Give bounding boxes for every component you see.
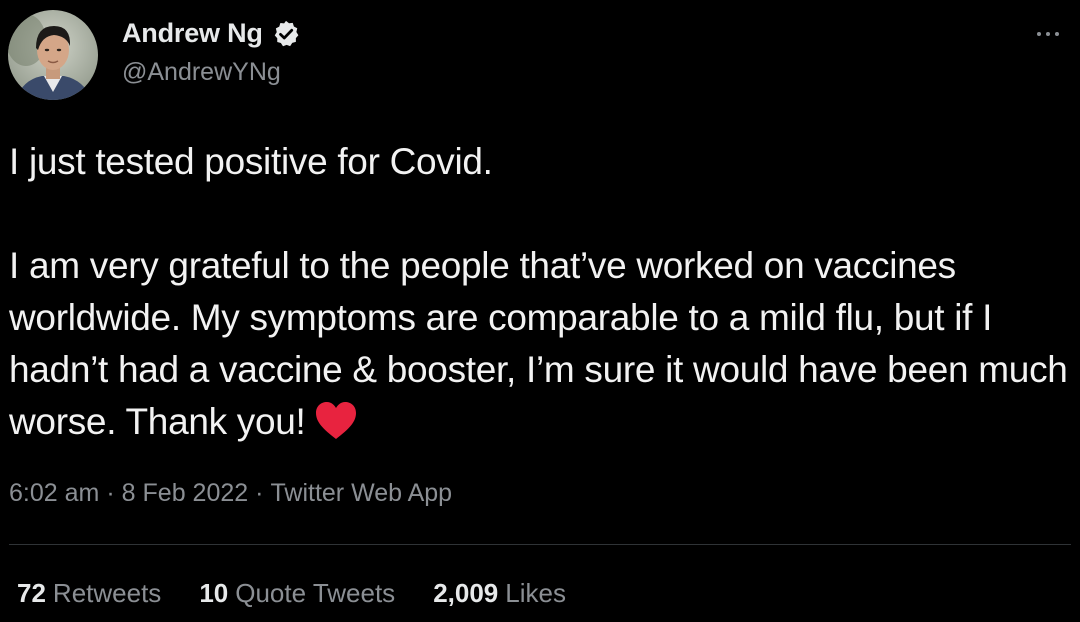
profile-photo-icon — [8, 10, 98, 100]
author-name-row: Andrew Ng — [122, 18, 301, 49]
tweet-source[interactable]: Twitter Web App — [271, 479, 453, 508]
quote-tweets-label: Quote Tweets — [235, 578, 396, 608]
retweets-label: Retweets — [52, 578, 162, 608]
retweets-stat[interactable]: 72 Retweets — [17, 578, 161, 609]
tweet-metadata: 6:02 am · 8 Feb 2022 · Twitter Web App — [9, 479, 452, 508]
verified-badge-icon — [271, 19, 301, 49]
likes-label: Likes — [505, 578, 566, 608]
tweet-time[interactable]: 6:02 am — [9, 479, 99, 508]
quote-tweets-stat[interactable]: 10 Quote Tweets — [199, 578, 395, 609]
tweet-paragraph-2-text: I am very grateful to the people that’ve… — [9, 245, 1068, 442]
more-options-icon[interactable] — [1028, 22, 1068, 46]
divider — [9, 544, 1071, 545]
author-avatar[interactable] — [8, 10, 98, 100]
author-handle[interactable]: @AndrewYNg — [122, 58, 281, 87]
tweet-stats: 72 Retweets 10 Quote Tweets 2,009 Likes — [17, 578, 566, 609]
quote-tweets-count: 10 — [199, 578, 229, 608]
tweet-date[interactable]: 8 Feb 2022 — [122, 479, 249, 508]
meta-separator: · — [106, 479, 115, 507]
tweet-paragraph-2: I am very grateful to the people that’ve… — [9, 240, 1069, 448]
author-display-name[interactable]: Andrew Ng — [122, 18, 263, 49]
meta-separator: · — [255, 479, 264, 507]
tweet-body: I just tested positive for Covid. I am v… — [9, 136, 1069, 448]
likes-stat[interactable]: 2,009 Likes — [433, 578, 566, 609]
retweets-count: 72 — [17, 578, 46, 608]
tweet-paragraph-1: I just tested positive for Covid. — [9, 141, 493, 182]
red-heart-icon — [314, 401, 358, 441]
tweet-card: Andrew Ng @AndrewYNg I just tested posit… — [0, 0, 1080, 622]
likes-count: 2,009 — [433, 578, 499, 608]
